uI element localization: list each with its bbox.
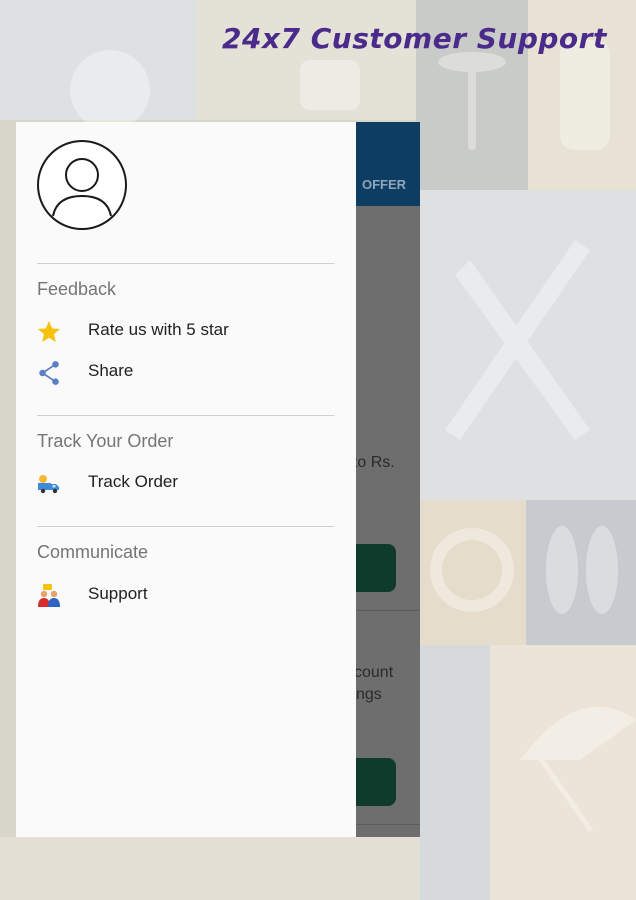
drawer-divider: [37, 263, 334, 264]
drawer-divider: [37, 415, 334, 416]
card-divider: [356, 824, 420, 825]
promo-headline: 24x7 Customer Support: [222, 22, 607, 55]
support-people-icon: [38, 584, 60, 607]
menu-item-label: Track Order: [88, 472, 179, 491]
menu-item-label: Rate us with 5 star: [88, 320, 229, 339]
card-discount-text-line2: ngs: [356, 686, 382, 703]
section-title-feedback: Feedback: [37, 279, 117, 299]
menu-item-rate-us[interactable]: Rate us with 5 star: [16, 313, 356, 349]
menu-item-support[interactable]: Support: [16, 577, 356, 613]
user-avatar-icon[interactable]: [37, 140, 127, 230]
drawer-divider: [37, 526, 334, 527]
share-icon: [39, 361, 59, 385]
delivery-truck-icon: [38, 475, 59, 494]
section-title-communicate: Communicate: [37, 542, 149, 562]
star-icon: [37, 320, 61, 342]
menu-item-label: Share: [88, 361, 134, 380]
tab-offer[interactable]: OFFER: [362, 177, 406, 192]
card-discount-text: count: [354, 664, 394, 681]
menu-item-share[interactable]: Share: [16, 354, 356, 390]
card-divider: [356, 610, 420, 611]
menu-item-label: Support: [88, 584, 148, 603]
section-title-track-order: Track Your Order: [37, 431, 174, 451]
navigation-drawer: Feedback Rate us with 5 star Share Track…: [16, 122, 356, 837]
menu-item-track-order[interactable]: Track Order: [16, 465, 356, 501]
